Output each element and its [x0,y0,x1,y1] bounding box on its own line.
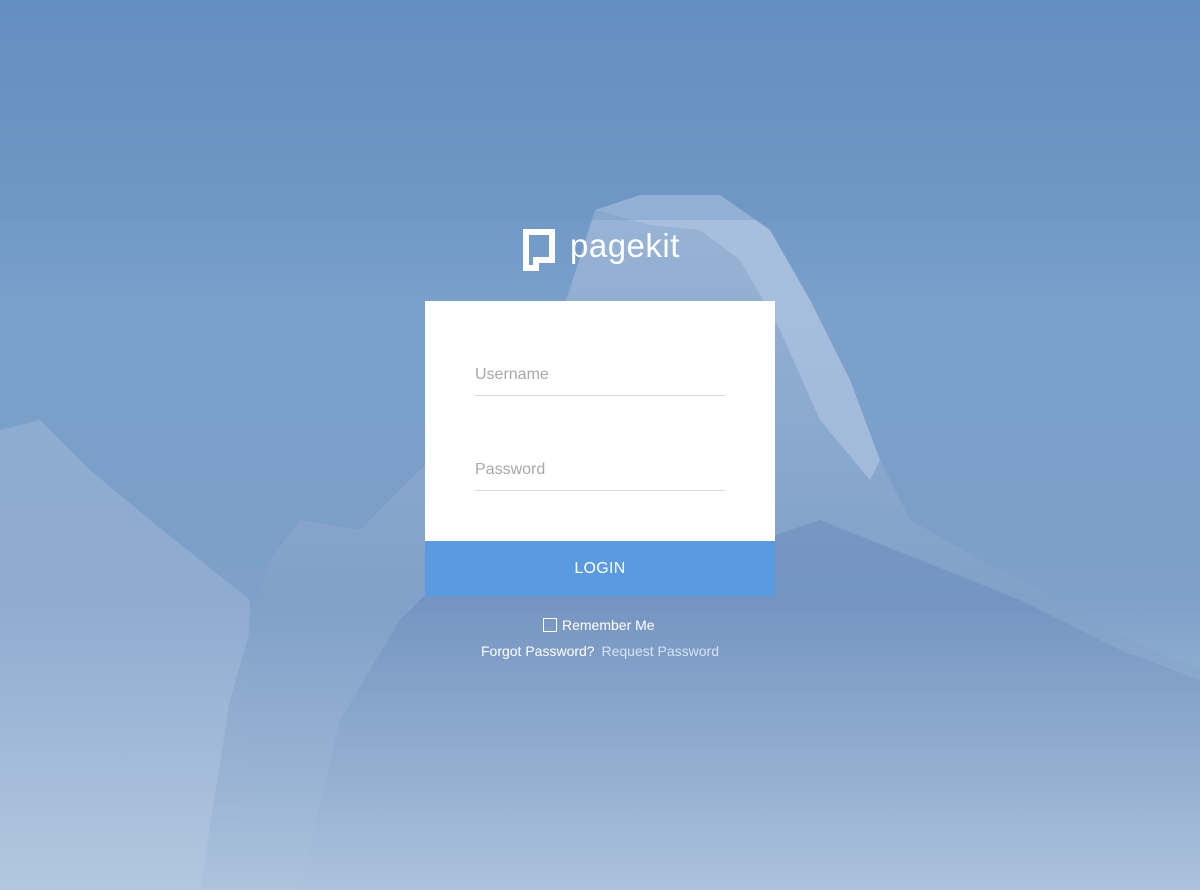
brand-logo: pagekit [523,227,680,272]
login-button[interactable]: LOGIN [425,541,775,596]
pagekit-logo-icon [523,229,555,271]
forgot-password-row: Forgot Password? Request Password [0,643,1200,659]
password-input[interactable] [475,450,725,491]
request-password-link[interactable]: Request Password [601,643,719,659]
login-card [425,301,775,541]
brand-name: pagekit [570,227,680,264]
remember-me-checkbox[interactable] [543,618,557,632]
forgot-password-label: Forgot Password? [480,643,595,659]
remember-me-label: Remember Me [562,617,655,633]
username-input[interactable] [475,355,725,396]
remember-me[interactable]: Remember Me [543,617,655,633]
